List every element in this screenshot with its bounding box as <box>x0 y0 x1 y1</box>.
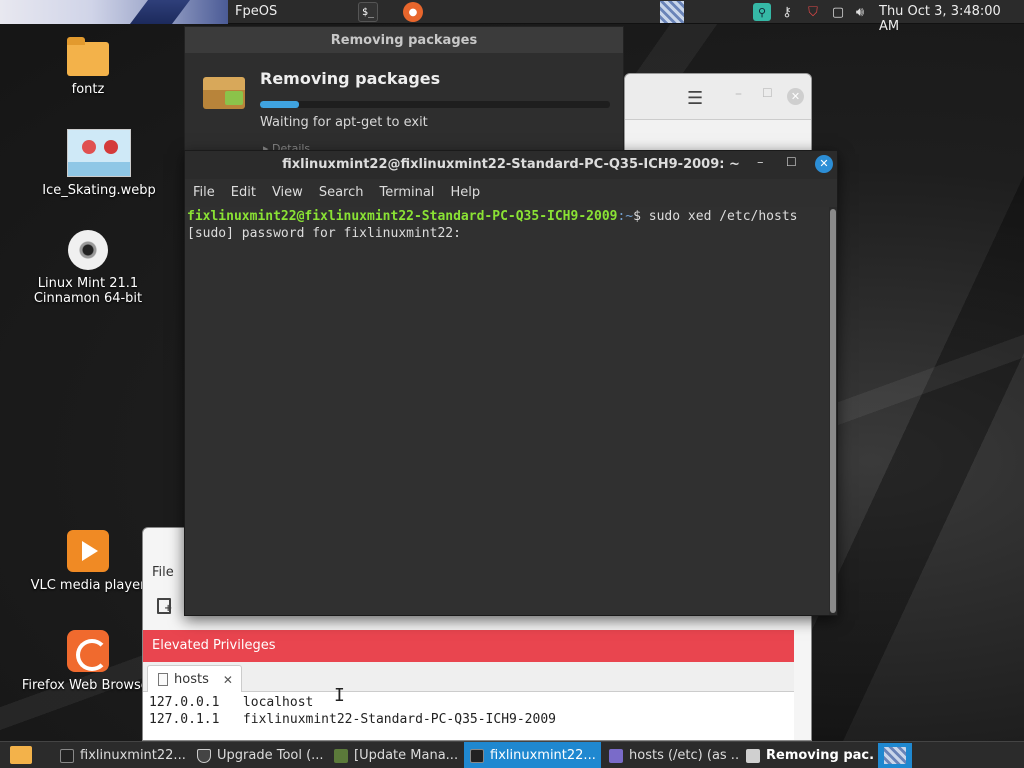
terminal-icon[interactable]: $_ <box>358 2 378 22</box>
panel-artwork <box>0 0 228 24</box>
terminal-output[interactable]: fixlinuxmint22@fixlinuxmint22-Standard-P… <box>185 207 829 615</box>
taskbar-item-label: fixlinuxmint22... <box>490 748 596 763</box>
text-editor-area[interactable]: 127.0.0.1 localhost 127.0.1.1 fixlinuxmin… <box>143 692 794 740</box>
desktop-icon-label: Linux Mint 21.1 <box>37 276 139 291</box>
removing-packages-dialog: Removing packages Removing packages Wait… <box>184 26 624 156</box>
editor-line: 127.0.1.1 fixlinuxmint22-Standard-PC-Q35… <box>149 712 556 727</box>
maximize-icon[interactable]: ☐ <box>786 155 797 169</box>
taskbar-item-terminal-1[interactable]: fixlinuxmint22... <box>54 742 188 768</box>
desktop-icon-fontz[interactable]: fontz <box>18 37 158 97</box>
desktop-icon-label: VLC media player <box>30 578 146 593</box>
volume-icon[interactable]: 🔊︎ <box>851 3 869 21</box>
taskbar-item-terminal-2[interactable]: fixlinuxmint22... <box>464 742 601 768</box>
taskbar-item-hosts[interactable]: hosts (/etc) (as ... <box>603 742 739 768</box>
taskbar-item-label: Upgrade Tool (... <box>217 748 324 763</box>
terminal-line: fixlinuxmint22@fixlinuxmint22-Standard-P… <box>187 208 827 225</box>
minimize-icon[interactable]: – <box>757 155 764 170</box>
new-document-icon[interactable] <box>157 598 172 614</box>
shield-icon[interactable]: ⛉ <box>804 3 822 21</box>
top-panel: FpeOS $_ ● ⚲ ⚷ ⛉ ▢ 🔊︎ Thu Oct 3, 3:48:00… <box>0 0 1024 34</box>
package-icon <box>746 748 760 763</box>
progress-bar <box>260 101 610 108</box>
prompt-path: :~ <box>617 209 634 224</box>
tab-label: hosts <box>174 672 209 687</box>
elevated-privileges-banner: Elevated Privileges <box>143 630 794 662</box>
upgrade-tool-window: ☰ – ☐ ✕ <box>624 73 812 153</box>
prompt-user: fixlinuxmint22@fixlinuxmint22-Standard-P… <box>187 209 618 224</box>
firefox-icon[interactable]: ● <box>403 2 423 22</box>
text-cursor-icon: I <box>334 685 345 706</box>
update-manager-icon <box>334 748 348 763</box>
key-icon[interactable]: ⚷ <box>777 3 797 21</box>
taskbar-item-removing-packages[interactable]: Removing pac... <box>740 742 874 768</box>
shield-icon <box>197 748 211 763</box>
xed-icon <box>609 748 623 763</box>
folder-icon <box>67 37 109 76</box>
display-icon[interactable]: ▢ <box>830 3 846 21</box>
desktop-icon-linux-mint[interactable]: Linux Mint 21.1 Cinnamon 64-bit <box>18 230 158 306</box>
clock[interactable]: Thu Oct 3, 3:48:00 AM <box>879 4 1024 34</box>
terminal-icon <box>60 748 74 763</box>
menu-terminal[interactable]: Terminal <box>379 185 434 200</box>
terminal-icon <box>470 748 484 763</box>
scrollbar[interactable] <box>829 207 837 615</box>
close-icon[interactable]: ✕ <box>815 155 833 173</box>
window-header: ☰ – ☐ ✕ <box>625 74 811 120</box>
workspace-switcher[interactable] <box>878 743 912 768</box>
terminal-titlebar[interactable]: fixlinuxmint22@fixlinuxmint22-Standard-P… <box>185 151 837 179</box>
maximize-icon[interactable]: ☐ <box>762 86 773 100</box>
desktop-icon-firefox[interactable]: Firefox Web Browser <box>18 630 158 693</box>
taskbar-item-label: [Update Mana... <box>354 748 459 763</box>
menu-file[interactable]: File <box>152 565 174 580</box>
hamburger-menu-icon[interactable]: ☰ <box>687 88 703 109</box>
terminal-window: fixlinuxmint22@fixlinuxmint22-Standard-P… <box>184 150 838 616</box>
desktop-icon-label: fontz <box>71 82 105 97</box>
desktop-icon-label: Ice_Skating.webp <box>42 183 156 198</box>
dialog-titlebar[interactable]: Removing packages <box>185 27 623 53</box>
firefox-icon <box>67 630 109 672</box>
vlc-icon <box>67 530 109 572</box>
status-text: Waiting for apt-get to exit <box>260 115 428 130</box>
menu-help[interactable]: Help <box>450 185 480 200</box>
menu-file[interactable]: File <box>193 185 215 200</box>
scrollbar-thumb[interactable] <box>830 209 836 613</box>
minimize-icon[interactable]: – <box>735 86 742 102</box>
window-title: fixlinuxmint22@fixlinuxmint22-Standard-P… <box>282 157 740 172</box>
network-icon[interactable]: ⚲ <box>753 3 771 21</box>
tab-hosts[interactable]: hosts ✕ <box>147 665 242 693</box>
taskbar-item-label: Removing pac... <box>766 748 874 763</box>
menu-search[interactable]: Search <box>319 185 364 200</box>
taskbar-item-label: hosts (/etc) (as ... <box>629 748 739 763</box>
desktop-icon-vlc[interactable]: VLC media player <box>18 530 158 593</box>
terminal-menubar: File Edit View Search Terminal Help <box>185 179 837 205</box>
taskbar: fixlinuxmint22... Upgrade Tool (... [Upd… <box>0 741 1024 768</box>
menu-edit[interactable]: Edit <box>231 185 256 200</box>
taskbar-item-update-manager[interactable]: [Update Mana... <box>328 742 462 768</box>
active-app-title: FpeOS <box>235 4 278 19</box>
taskbar-item-upgrade-tool[interactable]: Upgrade Tool (... <box>191 742 325 768</box>
menu-view[interactable]: View <box>272 185 303 200</box>
files-icon[interactable] <box>10 746 32 764</box>
dialog-heading: Removing packages <box>260 69 441 88</box>
progress-fill <box>260 101 299 108</box>
terminal-line: [sudo] password for fixlinuxmint22: <box>187 226 461 241</box>
command-text: $ sudo xed /etc/hosts <box>633 209 798 224</box>
desktop-icon-label: Cinnamon 64-bit <box>33 291 143 306</box>
window-thumbnail[interactable] <box>660 1 684 23</box>
editor-line: 127.0.0.1 localhost <box>149 695 314 710</box>
image-icon <box>67 129 131 177</box>
close-icon[interactable]: ✕ <box>223 673 233 687</box>
desktop-icon-label: Firefox Web Browser <box>21 678 155 693</box>
package-icon <box>203 77 245 109</box>
disc-icon <box>68 230 108 270</box>
close-icon[interactable]: ✕ <box>787 88 804 105</box>
taskbar-item-label: fixlinuxmint22... <box>80 748 186 763</box>
tab-bar: hosts ✕ <box>143 662 794 693</box>
document-icon <box>158 673 168 686</box>
desktop-icon-ice-skating[interactable]: Ice_Skating.webp <box>29 129 169 198</box>
